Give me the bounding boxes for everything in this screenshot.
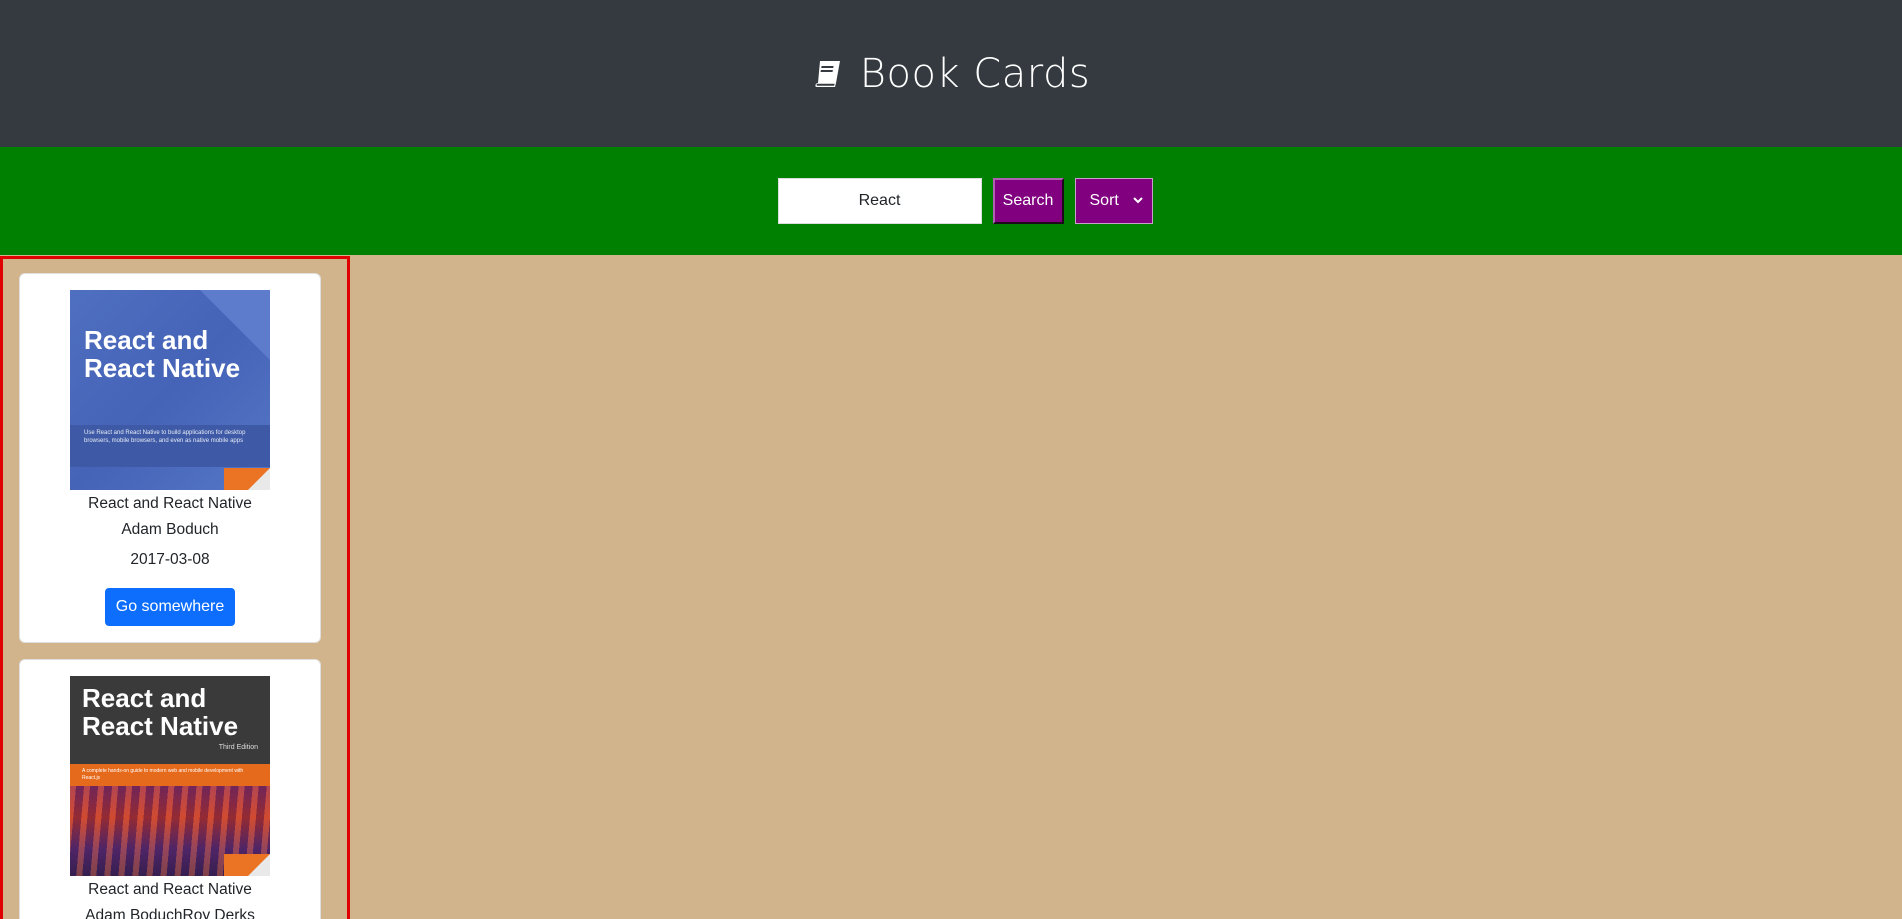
book-author: Adam BoduchRoy Derks — [85, 907, 255, 919]
book-cover-image: React and React Native Use React and Rea… — [70, 290, 270, 490]
cover-blurb: A complete hands-on guide to modern web … — [82, 768, 244, 781]
page-title: Book Cards — [859, 50, 1091, 97]
page-header: Book Cards — [0, 0, 1902, 147]
book-date: 2017-03-08 — [130, 551, 210, 568]
chevron-down-icon — [1132, 195, 1143, 207]
sort-label: Sort — [1089, 192, 1119, 209]
search-input[interactable] — [777, 178, 982, 224]
cover-blurb: Use React and React Native to build appl… — [84, 430, 246, 444]
sort-select[interactable]: Sort — [1074, 178, 1153, 224]
book-author: Adam Boduch — [121, 521, 219, 538]
cover-heading: React and React Native — [82, 683, 239, 741]
book-card: React and React Native Use React and Rea… — [19, 273, 321, 643]
book-cover-image: React and React Native Third Edition A c… — [70, 676, 270, 876]
cover-edition: Third Edition — [218, 744, 258, 751]
results-list[interactable]: React and React Native Use React and Rea… — [0, 256, 350, 919]
book-title: React and React Native — [88, 495, 252, 512]
book-card: React and React Native Third Edition A c… — [19, 659, 321, 919]
search-button[interactable]: Search — [992, 178, 1064, 224]
book-title: React and React Native — [88, 881, 252, 898]
cover-heading: React and React Native — [84, 325, 241, 383]
search-toolbar: Search Sort — [0, 147, 1902, 255]
go-somewhere-button[interactable]: Go somewhere — [104, 588, 236, 626]
main-area: React and React Native Use React and Rea… — [0, 255, 1902, 919]
book-icon — [815, 60, 840, 87]
